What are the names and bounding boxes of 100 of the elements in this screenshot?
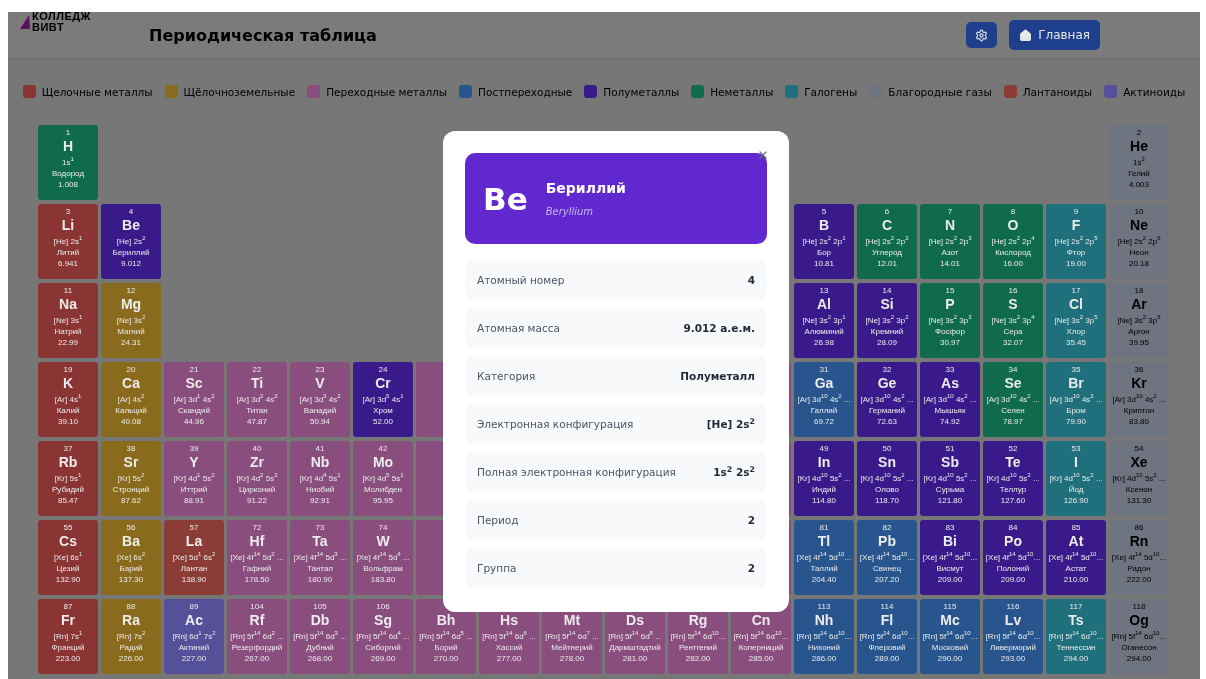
element-tile[interactable]: 53 I [Kr] 4d$^{10}$ 5s$^{2}$ ... Йод 126.90 (1046, 441, 1106, 516)
element-tile[interactable]: 3 Li [He] 2s$^{1}$ Литий 6.941 (38, 204, 98, 279)
electron-config: [Kr] 4d$^{10}$ 5s$^{2}$ ... (1049, 473, 1103, 484)
atomic-number: 7 (947, 207, 953, 217)
element-tile[interactable]: 2 He 1s$^{2}$ Гелий 4.003 (1109, 125, 1169, 200)
element-tile[interactable]: 50 Sn [Kr] 4d$^{10}$ 5s$^{2}$ ... Олово 118.70 (857, 441, 917, 516)
atomic-number: 87 (63, 602, 73, 612)
legend-label: Полуметаллы (603, 85, 680, 98)
element-tile[interactable]: 73 Ta [Xe] 4f$^{14}$ 5d$^{3}$ ... Тантал 180.90 (290, 520, 350, 595)
element-tile[interactable]: 55 Cs [Xe] 6s$^{1}$ Цезий 132.90 (38, 520, 98, 595)
element-tile[interactable]: 51 Sb [Kr] 4d$^{10}$ 5s$^{2}$ ... Сурьма 121.80 (920, 441, 980, 516)
element-tile[interactable]: 42 Mo [Kr] 4d$^{5}$ 5s$^{1}$ Молибден 95.95 (353, 441, 413, 516)
atomic-mass: 85.47 (58, 495, 78, 506)
element-tile[interactable]: 37 Rb [Kr] 5s$^{1}$ Рубидий 85.47 (38, 441, 98, 516)
element-tile[interactable]: 24 Cr [Ar] 3d$^{5}$ 4s$^{1}$ Хром 52.00 (353, 362, 413, 437)
element-tile[interactable]: 54 Xe [Kr] 4d$^{10}$ 5s$^{2}$ ... Ксенон 131.30 (1109, 441, 1169, 516)
element-tile[interactable]: 22 Ti [Ar] 3d$^{2}$ 4s$^{2}$ Титан 47.87 (227, 362, 287, 437)
element-tile[interactable]: 11 Na [Ne] 3s$^{1}$ Натрий 22.99 (38, 283, 98, 358)
element-tile[interactable]: 14 Si [Ne] 3s$^{2}$ 3p$^{2}$ Кремний 28.09 (857, 283, 917, 358)
settings-button[interactable] (966, 22, 998, 48)
electron-config: [Rn] 5f$^{14}$ 6d$^{10}$... (859, 631, 915, 642)
electron-config: [Kr] 5s$^{1}$ (54, 473, 82, 484)
element-tile[interactable]: 39 Y [Kr] 4d$^{1}$ 5s$^{2}$ Иттрий 88.91 (164, 441, 224, 516)
home-button[interactable]: Главная (1009, 20, 1100, 50)
element-tile[interactable]: 84 Po [Xe] 4f$^{14}$ 5d$^{10}$... Полоний 209.00 (983, 520, 1043, 595)
element-tile[interactable]: 9 F [He] 2s$^{2}$ 2p$^{5}$ Фтор 19.00 (1046, 204, 1106, 279)
element-tile[interactable]: 114 Fl [Rn] 5f$^{14}$ 6d$^{10}$... Флеровий 289.00 (857, 599, 917, 674)
element-symbol: Nb (310, 454, 330, 471)
element-tile[interactable]: 19 K [Ar] 4s$^{1}$ Калий 39.10 (38, 362, 98, 437)
element-symbol: Ne (1130, 217, 1148, 234)
element-tile[interactable]: 21 Sc [Ar] 3d$^{1}$ 4s$^{2}$ Скандий 44.96 (164, 362, 224, 437)
element-tile[interactable]: 52 Te [Kr] 4d$^{10}$ 5s$^{2}$ ... Теллур 127.60 (983, 441, 1043, 516)
legend-label: Благородные газы (888, 85, 992, 98)
atomic-number: 18 (1134, 286, 1144, 296)
element-tile[interactable]: 7 N [He] 2s$^{2}$ 2p$^{3}$ Азот 14.01 (920, 204, 980, 279)
element-tile[interactable]: 105 Db [Rn] 5f$^{14}$ 6d$^{3}$ ... Дубний 268.00 (290, 599, 350, 674)
element-tile[interactable]: 40 Zr [Kr] 4d$^{2}$ 5s$^{2}$ Цирконий 91.22 (227, 441, 287, 516)
element-tile[interactable]: 116 Lv [Rn] 5f$^{14}$ 6d$^{10}$... Ливерморий 293.00 (983, 599, 1043, 674)
element-tile[interactable]: 17 Cl [Ne] 3s$^{2}$ 3p$^{5}$ Хлор 35.45 (1046, 283, 1106, 358)
element-tile[interactable]: 88 Ra [Rn] 7s$^{2}$ Радий 226.00 (101, 599, 161, 674)
element-tile[interactable]: 36 Kr [Ar] 3d$^{10}$ 4s$^{2}$ ... Криптон 83.80 (1109, 362, 1169, 437)
atomic-number: 105 (313, 602, 327, 612)
element-tile[interactable]: 5 B [He] 2s$^{2}$ 2p$^{1}$ Бор 10.81 (794, 204, 854, 279)
element-tile[interactable]: 35 Br [Ar] 3d$^{10}$ 4s$^{2}$ ... Бром 79.90 (1046, 362, 1106, 437)
element-tile[interactable]: 113 Nh [Rn] 5f$^{14}$ 6d$^{10}$... Нихоний 286.00 (794, 599, 854, 674)
element-tile[interactable]: 16 S [Ne] 3s$^{2}$ 3p$^{4}$ Сера 32.07 (983, 283, 1043, 358)
electron-config: [He] 2s$^{2}$ 2p$^{1}$ (802, 236, 846, 247)
electron-config: [Ne] 3s$^{2}$ 3p$^{1}$ (802, 315, 846, 326)
element-tile[interactable]: 118 Og [Rn] 5f$^{14}$ 6d$^{10}$... Оганесон 294.00 (1109, 599, 1169, 674)
electron-config: [Xe] 4f$^{14}$ 5d$^{4}$ ... (356, 552, 410, 563)
element-tile[interactable]: 6 C [He] 2s$^{2}$ 2p$^{2}$ Углерод 12.01 (857, 204, 917, 279)
element-name: Бром (1066, 405, 1086, 416)
element-tile[interactable]: 10 Ne [He] 2s$^{2}$ 2p$^{6}$ Неон 20.18 (1109, 204, 1169, 279)
element-tile[interactable]: 117 Ts [Rn] 5f$^{14}$ 6d$^{10}$... Теннессин 294.00 (1046, 599, 1106, 674)
element-name: Стронций (112, 484, 150, 495)
element-tile[interactable]: 15 P [Ne] 3s$^{2}$ 3p$^{3}$ Фосфор 30.97 (920, 283, 980, 358)
element-tile[interactable]: 31 Ga [Ar] 3d$^{10}$ 4s$^{2}$ ... Галлий 69.72 (794, 362, 854, 437)
element-tile[interactable]: 82 Pb [Xe] 4f$^{14}$ 5d$^{10}$... Свинец 207.20 (857, 520, 917, 595)
element-tile[interactable]: 41 Nb [Kr] 4d$^{4}$ 5s$^{1}$ Ниобий 92.91 (290, 441, 350, 516)
element-tile[interactable]: 13 Al [Ne] 3s$^{2}$ 3p$^{1}$ Алюминий 26.98 (794, 283, 854, 358)
element-tile[interactable]: 81 Tl [Xe] 4f$^{14}$ 5d$^{10}$... Таллий 204.40 (794, 520, 854, 595)
element-tile[interactable]: 115 Mc [Rn] 5f$^{14}$ 6d$^{10}$... Московий 290.00 (920, 599, 980, 674)
element-tile[interactable]: 49 In [Kr] 4d$^{10}$ 5s$^{2}$ ... Индий 114.80 (794, 441, 854, 516)
element-tile[interactable]: 83 Bi [Xe] 4f$^{14}$ 5d$^{10}$... Висмут 209.00 (920, 520, 980, 595)
element-name: Бор (816, 247, 832, 258)
element-tile[interactable]: 57 La [Xe] 5d$^{1}$ 6s$^{2}$ Лантан 138.90 (164, 520, 224, 595)
element-tile[interactable]: 23 V [Ar] 3d$^{3}$ 4s$^{2}$ Ванадий 50.94 (290, 362, 350, 437)
element-symbol: Li (61, 217, 75, 234)
element-tile[interactable]: 12 Mg [Ne] 3s$^{2}$ Магний 24.31 (101, 283, 161, 358)
element-tile[interactable]: 104 Rf [Rn] 5f$^{14}$ 6d$^{2}$ ... Резерфордий 267.00 (227, 599, 287, 674)
element-tile[interactable]: 18 Ar [Ne] 3s$^{2}$ 3p$^{6}$ Аргон 39.95 (1109, 283, 1169, 358)
element-tile[interactable]: 8 O [He] 2s$^{2}$ 2p$^{4}$ Кислород 16.00 (983, 204, 1043, 279)
element-tile[interactable]: Bh [Rn] 5f$^{14}$ 6d$^{5}$ ... Борий 270.00 (416, 599, 476, 674)
element-tile[interactable]: 20 Ca [Ar] 4s$^{2}$ Кальций 40.08 (101, 362, 161, 437)
atomic-mass: 22.99 (58, 337, 78, 348)
element-tile[interactable]: 74 W [Xe] 4f$^{14}$ 5d$^{4}$ ... Вольфрам 183.80 (353, 520, 413, 595)
atomic-number: 81 (819, 523, 829, 533)
element-tile[interactable]: 1 H 1s$^{1}$ Водород 1.008 (38, 125, 98, 200)
element-tile[interactable]: 86 Rn [Xe] 4f$^{14}$ 5d$^{10}$... Радон 222.00 (1109, 520, 1169, 595)
page-title: Периодическая таблица (149, 25, 378, 45)
electron-config: [Kr] 5s$^{2}$ (117, 473, 145, 484)
element-tile[interactable]: 72 Hf [Xe] 4f$^{14}$ 5d$^{2}$ ... Гафний 178.50 (227, 520, 287, 595)
atomic-number: 35 (1071, 365, 1081, 375)
atomic-mass: 183.80 (370, 574, 396, 585)
element-tile[interactable]: 4 Be [He] 2s$^{2}$ Бериллий 9.012 (101, 204, 161, 279)
element-tile[interactable]: 87 Fr [Rn] 7s$^{1}$ Франций 223.00 (38, 599, 98, 674)
element-tile[interactable]: 33 As [Ar] 3d$^{10}$ 4s$^{2}$ ... Мышьяк 74.92 (920, 362, 980, 437)
element-tile[interactable]: 32 Ge [Ar] 3d$^{10}$ 4s$^{2}$ ... Германий 72.63 (857, 362, 917, 437)
element-tile[interactable]: 85 At [Xe] 4f$^{14}$ 5d$^{10}$... Астат 210.00 (1046, 520, 1106, 595)
element-tile[interactable]: 56 Ba [Xe] 6s$^{2}$ Барий 137.30 (101, 520, 161, 595)
element-symbol: Fr (61, 612, 75, 629)
element-tile[interactable]: 38 Sr [Kr] 5s$^{2}$ Стронций 87.62 (101, 441, 161, 516)
electron-config: [Rn] 5f$^{14}$ 6d$^{10}$... (922, 631, 978, 642)
atomic-mass: 209.00 (1000, 574, 1026, 585)
element-tile[interactable]: 34 Se [Ar] 3d$^{10}$ 4s$^{2}$ ... Селен 78.97 (983, 362, 1043, 437)
electron-config: [Rn] 5f$^{14}$ 6d$^{6}$ ... (482, 631, 536, 642)
element-symbol: Lv (1004, 612, 1022, 629)
atomic-number: 6 (884, 207, 890, 217)
element-tile[interactable]: 89 Ac [Rn] 6d$^{1}$ 7s$^{2}$ Актиний 227.00 (164, 599, 224, 674)
element-tile[interactable]: 106 Sg [Rn] 5f$^{14}$ 6d$^{4}$ ... Сиборгий 269.00 (353, 599, 413, 674)
